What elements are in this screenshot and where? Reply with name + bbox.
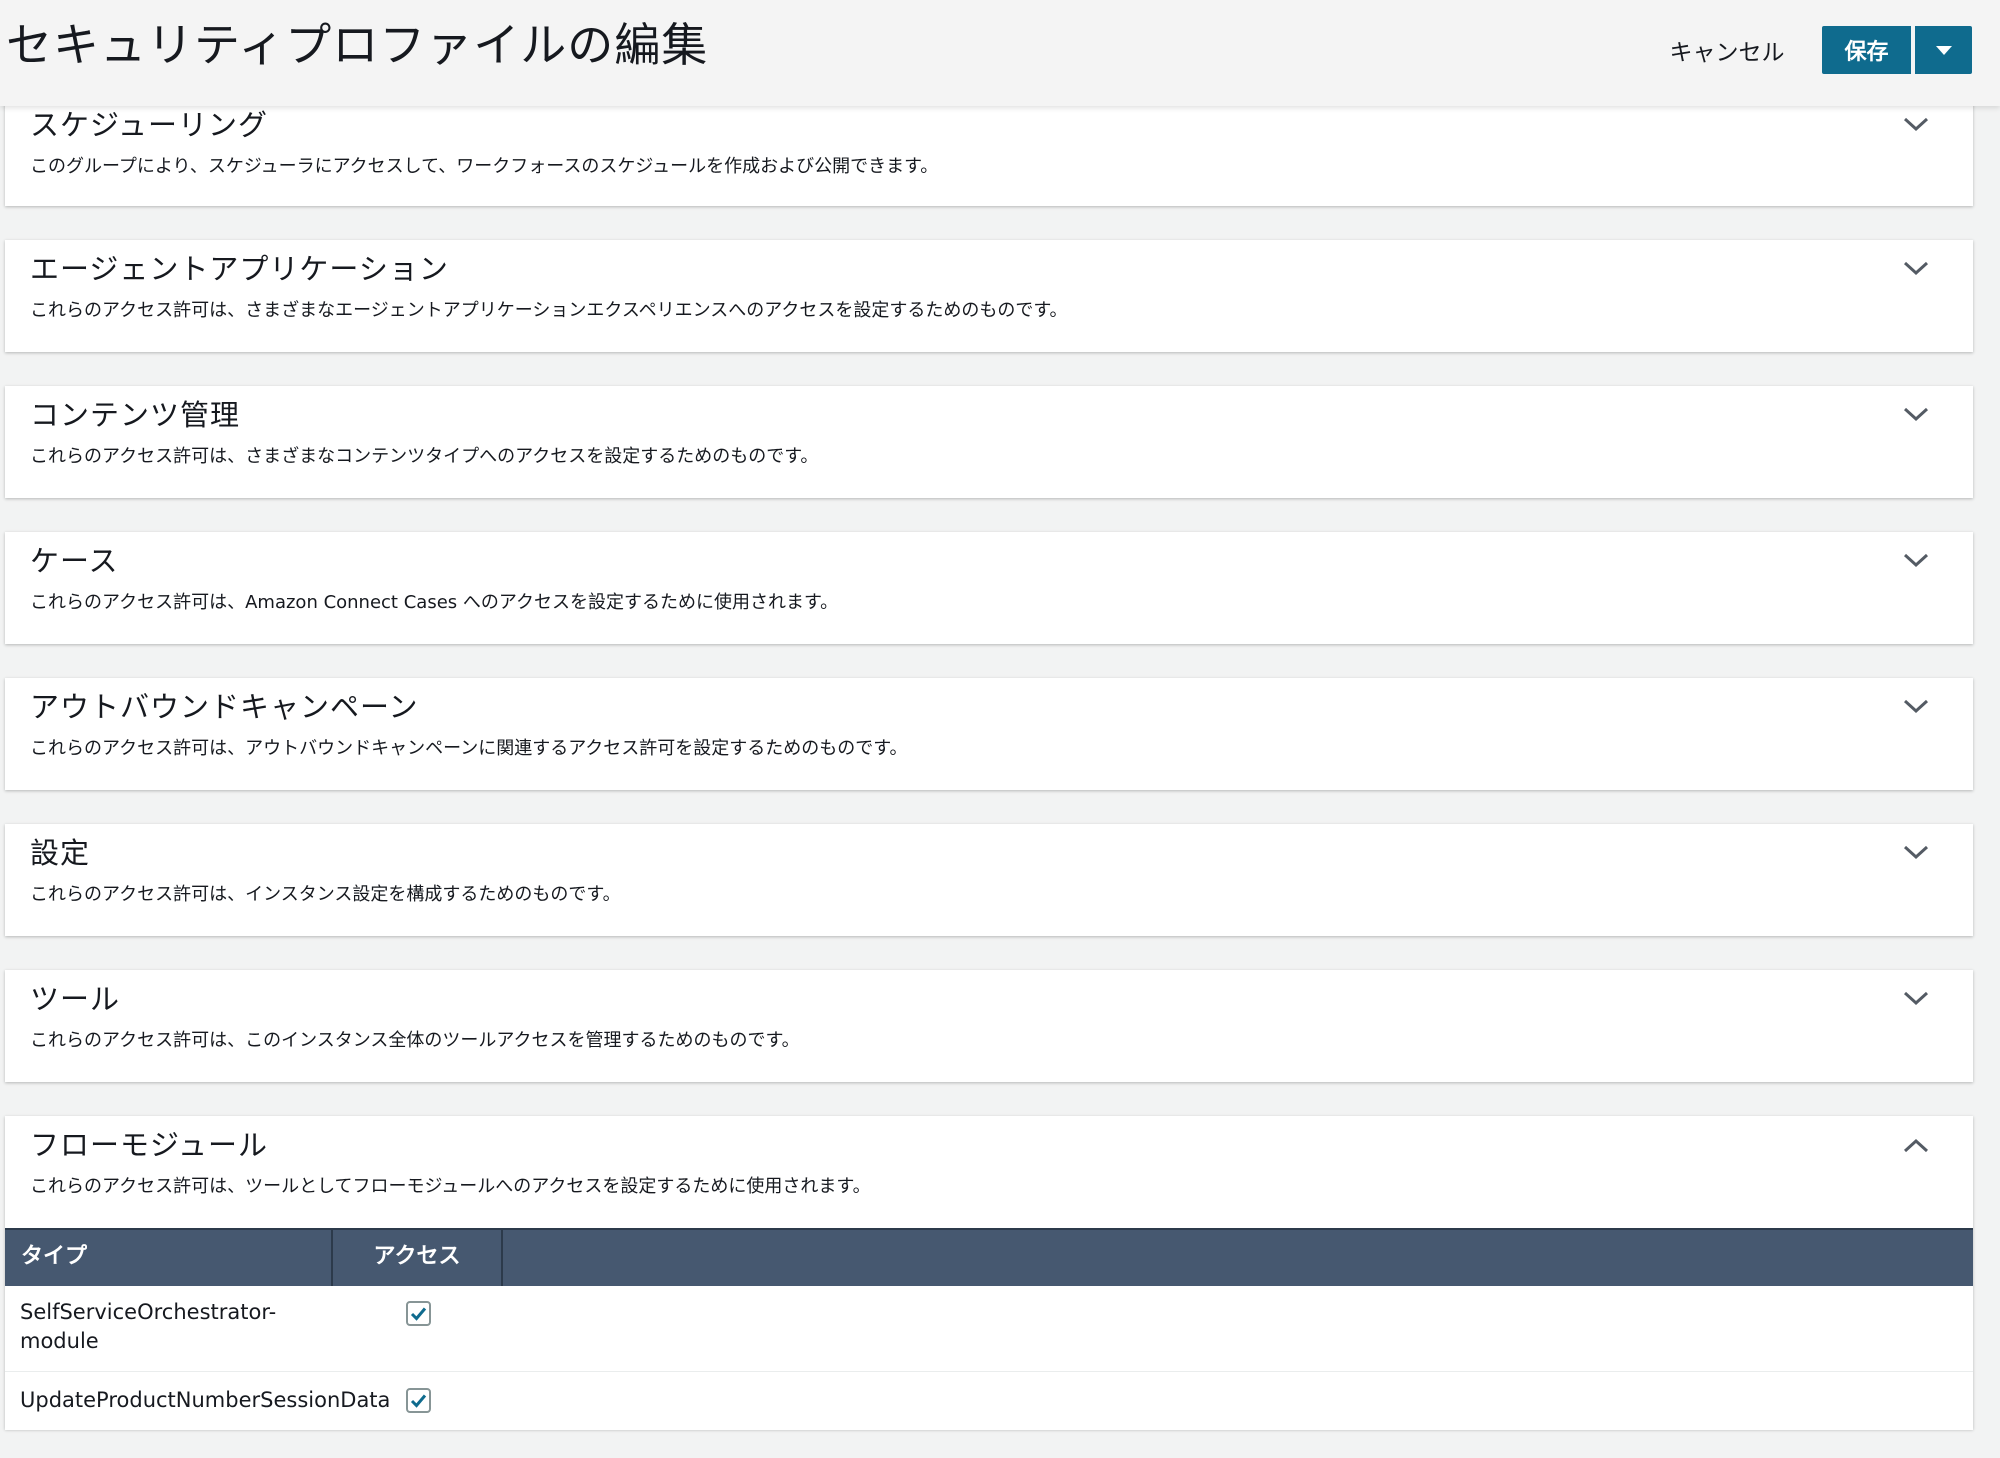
chevron-down-icon[interactable] xyxy=(1901,258,1931,278)
module-type-name: UpdateProductNumberSessionData xyxy=(20,1388,391,1412)
section-description: このグループにより、スケジューラにアクセスして、ワークフォースのスケジュールを作… xyxy=(30,156,939,177)
section-content-management: コンテンツ管理 これらのアクセス許可は、さまざまなコンテンツタイプへのアクセスを… xyxy=(5,386,1973,498)
section-agent-applications: エージェントアプリケーション これらのアクセス許可は、さまざまなエージェントアプ… xyxy=(5,240,1973,352)
flow-modules-table: タイプ アクセス SelfServiceOrchestrator-module … xyxy=(5,1228,1973,1430)
table-row: SelfServiceOrchestrator-module xyxy=(5,1286,1973,1372)
section-tools: ツール これらのアクセス許可は、このインスタンス全体のツールアクセスを管理するた… xyxy=(5,970,1973,1082)
page-title: セキュリティプロファイルの編集 xyxy=(6,18,709,72)
chevron-down-icon[interactable] xyxy=(1901,696,1931,716)
section-cases: ケース これらのアクセス許可は、Amazon Connect Cases へのア… xyxy=(5,532,1973,644)
chevron-down-icon[interactable] xyxy=(1901,988,1931,1008)
section-description: これらのアクセス許可は、Amazon Connect Cases へのアクセスを… xyxy=(30,592,839,613)
caret-down-icon xyxy=(1935,45,1952,55)
section-description: これらのアクセス許可は、アウトバウンドキャンペーンに関連するアクセス許可を設定す… xyxy=(30,738,908,759)
save-button[interactable]: 保存 xyxy=(1822,26,1911,74)
section-title: 設定 xyxy=(30,836,91,870)
access-checkbox[interactable] xyxy=(406,1388,431,1413)
section-title: エージェントアプリケーション xyxy=(30,252,449,286)
save-options-dropdown-button[interactable] xyxy=(1915,26,1972,74)
checkmark-icon xyxy=(410,1394,427,1408)
table-row: UpdateProductNumberSessionData xyxy=(5,1372,1973,1430)
column-header-access: アクセス xyxy=(333,1230,503,1286)
section-description: これらのアクセス許可は、このインスタンス全体のツールアクセスを管理するためのもの… xyxy=(30,1030,800,1051)
section-title: アウトバウンドキャンペーン xyxy=(30,690,419,724)
access-checkbox[interactable] xyxy=(406,1301,431,1326)
table-header: タイプ アクセス xyxy=(5,1228,1973,1286)
section-title: コンテンツ管理 xyxy=(30,398,241,432)
section-description: これらのアクセス許可は、さまざまなコンテンツタイプへのアクセスを設定するためのも… xyxy=(30,446,819,467)
section-title: ケース xyxy=(30,544,119,578)
section-settings: 設定 これらのアクセス許可は、インスタンス設定を構成するためのものです。 xyxy=(5,824,1973,936)
chevron-down-icon[interactable] xyxy=(1901,842,1931,862)
chevron-down-icon[interactable] xyxy=(1901,114,1931,134)
section-description: これらのアクセス許可は、ツールとしてフローモジュールへのアクセスを設定するために… xyxy=(30,1176,871,1197)
section-outbound-campaigns: アウトバウンドキャンペーン これらのアクセス許可は、アウトバウンドキャンペーンに… xyxy=(5,678,1973,790)
page-header: セキュリティプロファイルの編集 キャンセル 保存 xyxy=(0,0,2000,106)
section-title: スケジューリング xyxy=(30,108,268,142)
checkmark-icon xyxy=(410,1307,427,1321)
section-flow-modules: フローモジュール これらのアクセス許可は、ツールとしてフローモジュールへのアクセ… xyxy=(5,1116,1973,1430)
chevron-up-icon[interactable] xyxy=(1901,1136,1931,1156)
section-description: これらのアクセス許可は、さまざまなエージェントアプリケーションエクスペリエンスへ… xyxy=(30,300,1068,321)
chevron-down-icon[interactable] xyxy=(1901,404,1931,424)
column-header-type: タイプ xyxy=(5,1230,333,1286)
module-type-name: SelfServiceOrchestrator-module xyxy=(20,1300,277,1353)
cancel-button[interactable]: キャンセル xyxy=(1652,30,1802,70)
section-description: これらのアクセス許可は、インスタンス設定を構成するためのものです。 xyxy=(30,884,621,905)
section-title: フローモジュール xyxy=(30,1128,268,1162)
chevron-down-icon[interactable] xyxy=(1901,550,1931,570)
section-title: ツール xyxy=(30,982,121,1016)
